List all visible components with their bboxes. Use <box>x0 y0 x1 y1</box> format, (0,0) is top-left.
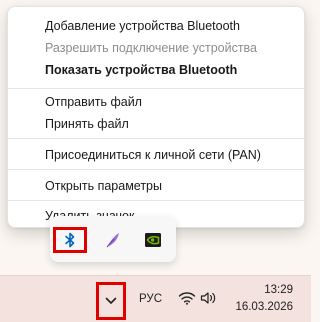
pen-tray-button[interactable] <box>96 227 130 253</box>
nvidia-icon <box>145 233 161 247</box>
wifi-icon <box>178 292 196 305</box>
menu-separator <box>8 88 304 89</box>
menu-item-add-bluetooth-device[interactable]: Добавление устройства Bluetooth <box>45 17 240 35</box>
menu-item-send-file[interactable]: Отправить файл <box>45 93 142 111</box>
volume-icon <box>200 292 216 304</box>
nvidia-tray-button[interactable] <box>136 227 170 253</box>
bluetooth-context-menu: Добавление устройства Bluetooth Разрешит… <box>7 6 305 228</box>
show-hidden-icons-button[interactable] <box>96 282 126 320</box>
menu-item-allow-device-connection: Разрешить подключение устройства <box>45 41 258 55</box>
menu-separator <box>8 169 304 170</box>
menu-item-join-pan[interactable]: Присоединиться к личной сети (PAN) <box>45 146 261 164</box>
feather-pen-icon <box>106 233 119 248</box>
bluetooth-tray-button[interactable] <box>53 227 87 253</box>
clock-time: 13:29 <box>264 284 293 296</box>
chevron-down-icon <box>105 297 117 304</box>
menu-separator <box>8 138 304 139</box>
clock[interactable]: 13:29 16.03.2026 <box>235 282 293 316</box>
menu-item-open-settings[interactable]: Открыть параметры <box>45 177 162 195</box>
bluetooth-icon <box>65 232 75 248</box>
network-volume-button[interactable] <box>178 290 218 308</box>
clock-date: 16.03.2026 <box>235 301 293 313</box>
input-language-indicator[interactable]: РУС <box>139 292 162 306</box>
menu-item-show-bluetooth-devices[interactable]: Показать устройства Bluetooth <box>45 61 237 79</box>
menu-separator <box>8 200 304 201</box>
menu-item-receive-file[interactable]: Принять файл <box>45 115 129 133</box>
